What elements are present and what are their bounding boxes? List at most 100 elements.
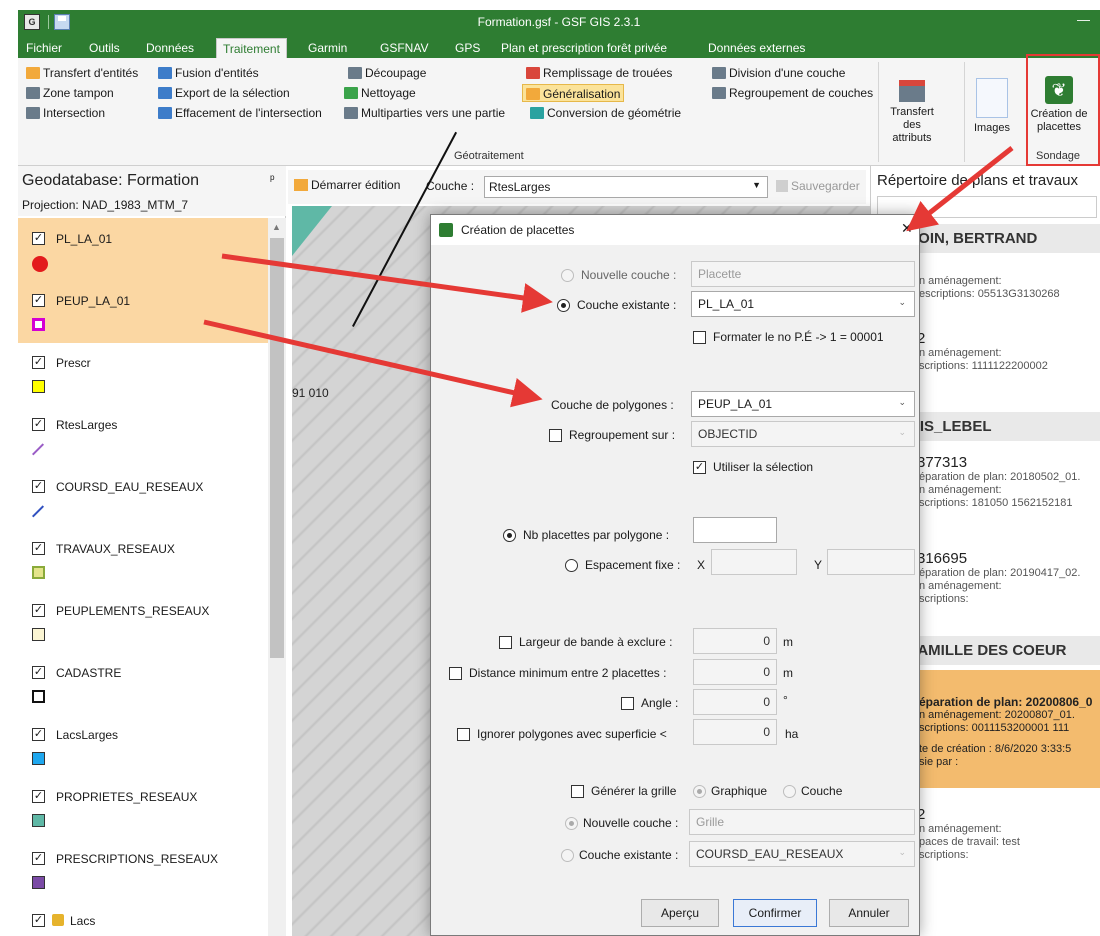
couche-radio[interactable] xyxy=(783,785,796,798)
angle-input[interactable]: 0 xyxy=(693,689,777,715)
nettoyage-button[interactable]: Nettoyage xyxy=(344,84,416,102)
tab-plan-prescription[interactable]: Plan et prescription forêt privée xyxy=(501,38,667,58)
y-label: Y xyxy=(814,558,823,572)
nouvelle-couche-input[interactable]: Placette xyxy=(691,261,915,287)
nb-placettes-input[interactable] xyxy=(693,517,777,543)
utiliser-selection-label: Utiliser la sélection xyxy=(713,460,814,474)
layer-item[interactable]: ✓ PRESCRIPTIONS_RESEAUX xyxy=(18,838,268,901)
layer-visibility-checkbox[interactable]: ✓ xyxy=(32,914,45,927)
layer-visibility-checkbox[interactable]: ✓ xyxy=(32,356,45,369)
layer-visibility-checkbox[interactable]: ✓ xyxy=(32,232,45,245)
multiparties-button[interactable]: Multiparties vers une partie xyxy=(344,104,505,122)
ignorer-checkbox[interactable] xyxy=(457,728,470,741)
layer-visibility-checkbox[interactable]: ✓ xyxy=(32,294,45,307)
clip-icon xyxy=(348,67,362,79)
tab-garmin[interactable]: Garmin xyxy=(308,38,347,58)
layer-item[interactable]: ✓ PEUPLEMENTS_RESEAUX xyxy=(18,590,268,653)
fusion-entites-button[interactable]: Fusion d'entités xyxy=(158,64,259,82)
regroupement-select[interactable]: OBJECTID ⌄ xyxy=(691,421,915,447)
largeur-input[interactable]: 0 xyxy=(693,628,777,654)
layer-item[interactable]: ✓ LacsLarges xyxy=(18,714,268,777)
grille-nouvelle-couche-input[interactable]: Grille xyxy=(689,809,915,835)
zone-tampon-button[interactable]: Zone tampon xyxy=(26,84,114,102)
layer-item[interactable]: ✓ CADASTRE xyxy=(18,652,268,715)
tab-fichier[interactable]: Fichier xyxy=(26,38,62,58)
distance-checkbox[interactable] xyxy=(449,667,462,680)
layer-item[interactable]: ✓ Lacs xyxy=(18,900,268,936)
tab-outils[interactable]: Outils xyxy=(89,38,120,58)
layer-symbol-icon xyxy=(32,876,45,889)
effacement-intersection-button[interactable]: Effacement de l'intersection xyxy=(158,104,322,122)
couche-select[interactable]: RtesLarges ▼ xyxy=(484,176,768,198)
grille-nouvelle-couche-label: Nouvelle couche : xyxy=(583,816,679,830)
layer-item[interactable]: ✓ Prescr xyxy=(18,342,268,405)
nouvelle-couche-radio[interactable] xyxy=(561,269,574,282)
layer-visibility-checkbox[interactable]: ✓ xyxy=(32,480,45,493)
save-edit-button[interactable]: Sauvegarder xyxy=(776,179,860,193)
espacement-x-input[interactable] xyxy=(711,549,797,575)
fill-icon xyxy=(526,67,540,79)
layer-symbol-icon xyxy=(32,380,45,393)
annuler-button[interactable]: Annuler xyxy=(829,899,909,927)
apercu-button[interactable]: Aperçu xyxy=(641,899,719,927)
layer-item[interactable]: ✓ PEUP_LA_01 xyxy=(18,280,268,343)
espacement-y-input[interactable] xyxy=(827,549,915,575)
layer-scrollbar[interactable]: ▲ xyxy=(268,218,286,936)
formater-checkbox[interactable] xyxy=(693,331,706,344)
layer-name: PROPRIETES_RESEAUX xyxy=(56,790,198,804)
intersection-button[interactable]: Intersection xyxy=(26,104,105,122)
largeur-checkbox[interactable] xyxy=(499,636,512,649)
transfert-entites-button[interactable]: Transfert d'entités xyxy=(26,64,138,82)
layer-item[interactable]: ✓ COURSD_EAU_RESEAUX xyxy=(18,466,268,529)
couche-existante-radio[interactable] xyxy=(557,299,570,312)
regroupement-couches-button[interactable]: Regroupement de couches xyxy=(712,84,873,102)
nb-placettes-radio[interactable] xyxy=(503,529,516,542)
tab-gps[interactable]: GPS xyxy=(455,38,480,58)
scroll-thumb[interactable] xyxy=(270,238,284,658)
confirmer-button[interactable]: Confirmer xyxy=(733,899,817,927)
grille-couche-existante-radio[interactable] xyxy=(561,849,574,862)
layer-item[interactable]: ✓ PL_LA_01 xyxy=(18,218,268,281)
export-selection-button[interactable]: Export de la sélection xyxy=(158,84,290,102)
decoupage-button[interactable]: Découpage xyxy=(348,64,426,82)
layer-visibility-checkbox[interactable]: ✓ xyxy=(32,666,45,679)
layer-item[interactable]: ✓ RtesLarges xyxy=(18,404,268,467)
regroupement-checkbox[interactable] xyxy=(549,429,562,442)
division-couche-button[interactable]: Division d'une couche xyxy=(712,64,845,82)
minimize-icon[interactable]: — xyxy=(1077,12,1090,27)
couche-existante-select[interactable]: PL_LA_01 ⌄ xyxy=(691,291,915,317)
layer-item[interactable]: ✓ PROPRIETES_RESEAUX xyxy=(18,776,268,839)
distance-input[interactable]: 0 xyxy=(693,659,777,685)
tab-traitement[interactable]: Traitement xyxy=(216,38,287,58)
tab-donnees-externes[interactable]: Données externes xyxy=(708,38,805,58)
graphique-label: Graphique xyxy=(711,784,768,798)
transfert-attributs-button[interactable]: Transfert des attributs xyxy=(886,80,938,145)
conversion-geometrie-button[interactable]: Conversion de géométrie xyxy=(530,104,681,122)
tab-gsfnav[interactable]: GSFNAV xyxy=(380,38,428,58)
start-edit-button[interactable]: Démarrer édition xyxy=(294,178,400,192)
angle-checkbox[interactable] xyxy=(621,697,634,710)
scroll-up-icon[interactable]: ▲ xyxy=(272,222,281,232)
pin-icon[interactable]: ᵖ xyxy=(270,172,275,186)
generalisation-button[interactable]: Généralisation xyxy=(522,84,625,102)
grille-nouvelle-couche-radio[interactable] xyxy=(565,817,578,830)
generer-grille-checkbox[interactable] xyxy=(571,785,584,798)
chevron-down-icon: ⌄ xyxy=(898,297,906,307)
ignorer-input[interactable]: 0 xyxy=(693,719,777,745)
espacement-fixe-radio[interactable] xyxy=(565,559,578,572)
tab-donnees[interactable]: Données xyxy=(146,38,194,58)
grille-couche-existante-select[interactable]: COURSD_EAU_RESEAUX ⌄ xyxy=(689,841,915,867)
remplissage-button[interactable]: Remplissage de trouées xyxy=(526,64,672,82)
graphique-radio[interactable] xyxy=(693,785,706,798)
layer-visibility-checkbox[interactable]: ✓ xyxy=(32,604,45,617)
images-button[interactable]: Images xyxy=(970,78,1014,135)
layer-item[interactable]: ✓ TRAVAUX_RESEAUX xyxy=(18,528,268,591)
layer-visibility-checkbox[interactable]: ✓ xyxy=(32,852,45,865)
layer-visibility-checkbox[interactable]: ✓ xyxy=(32,790,45,803)
layer-visibility-checkbox[interactable]: ✓ xyxy=(32,728,45,741)
close-icon[interactable]: ✕ xyxy=(901,220,913,237)
layer-visibility-checkbox[interactable]: ✓ xyxy=(32,418,45,431)
utiliser-selection-checkbox[interactable]: ✓ xyxy=(693,461,706,474)
layer-visibility-checkbox[interactable]: ✓ xyxy=(32,542,45,555)
couche-polygones-select[interactable]: PEUP_LA_01 ⌄ xyxy=(691,391,915,417)
